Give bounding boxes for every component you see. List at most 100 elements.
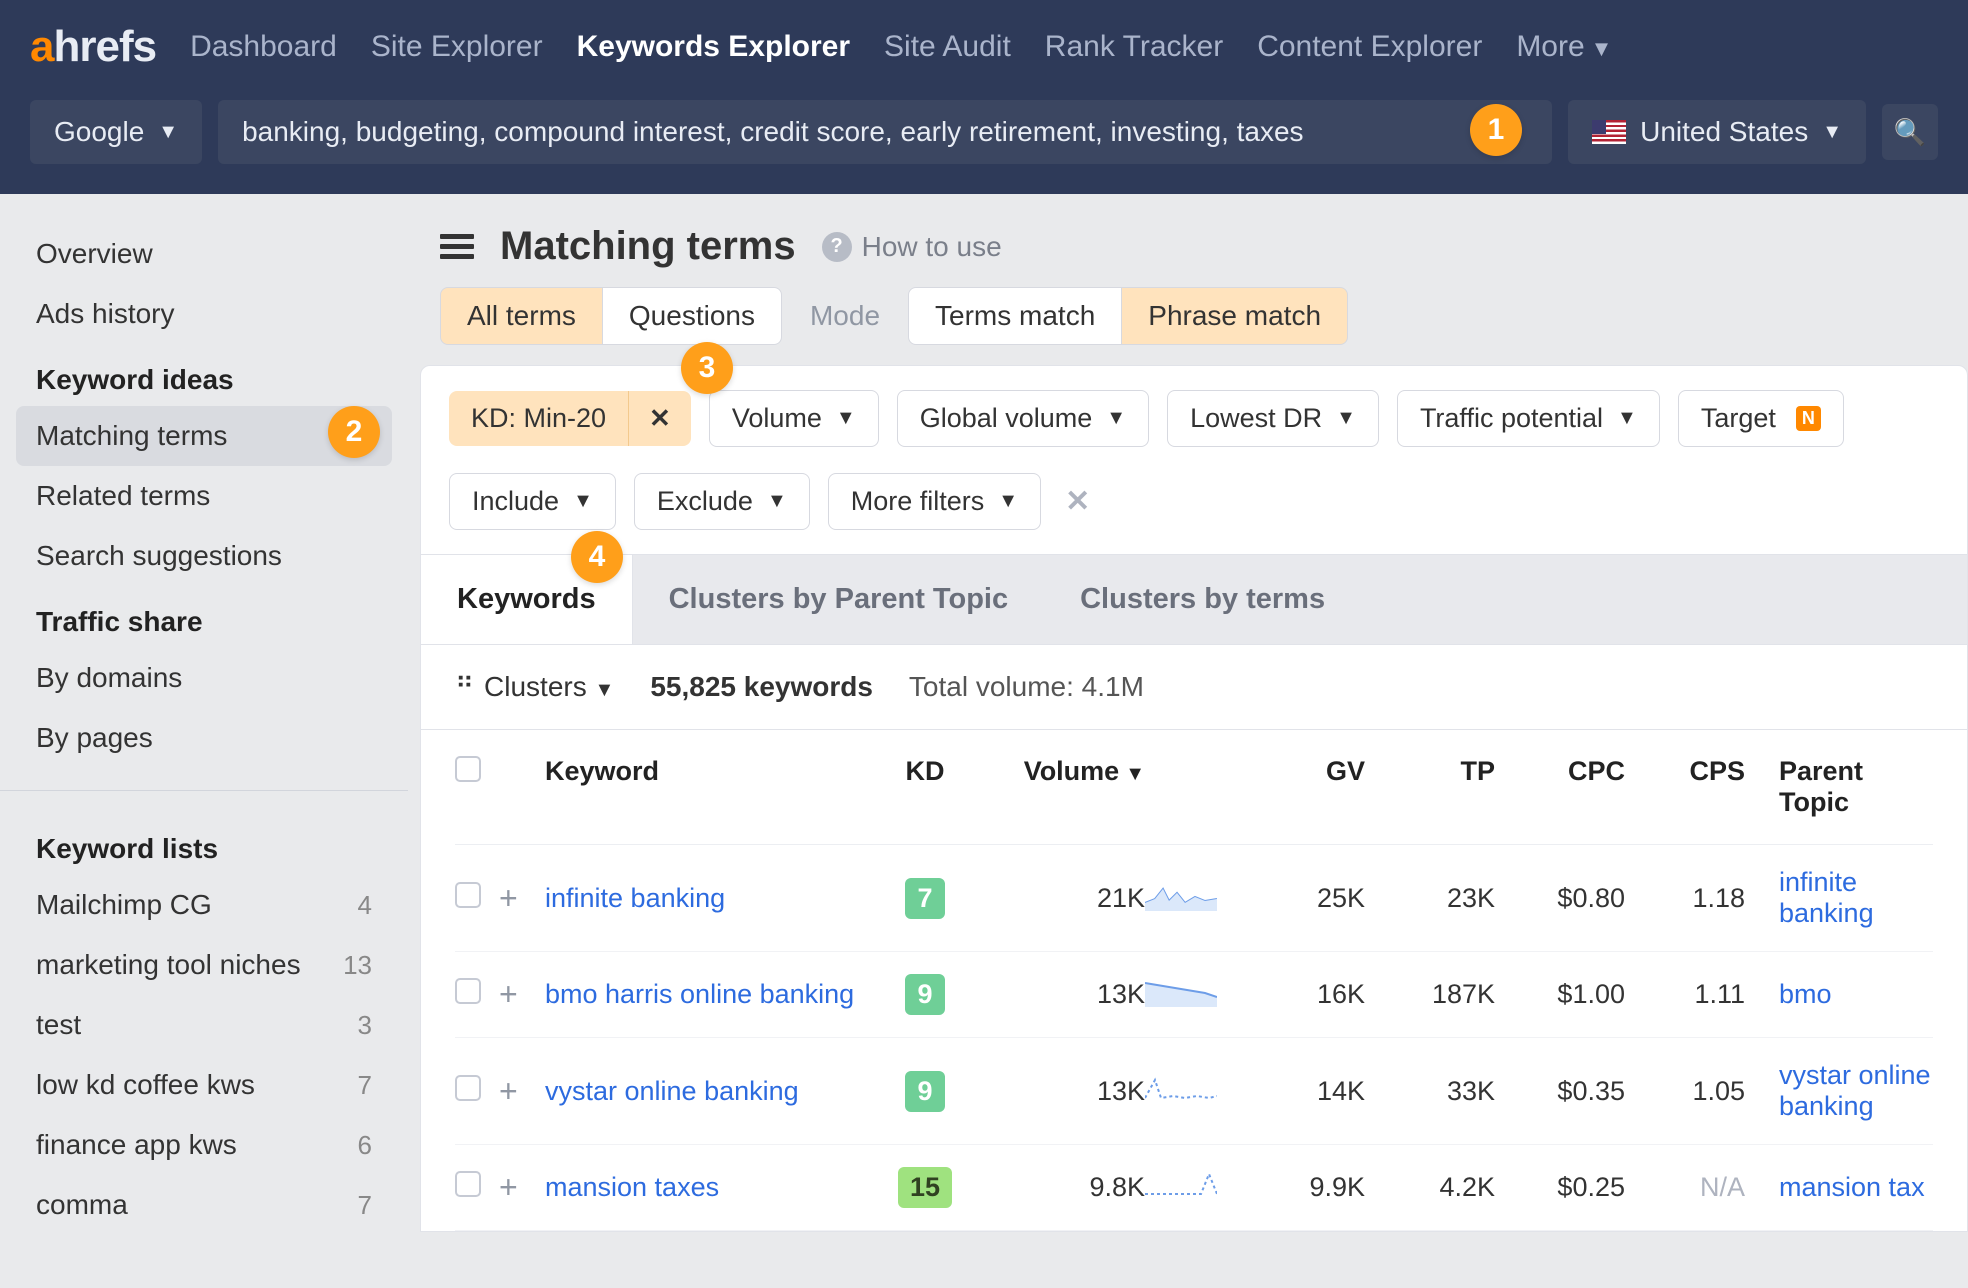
nav-content-explorer[interactable]: Content Explorer	[1257, 30, 1482, 64]
clusters-dropdown[interactable]: ⠛Clusters ▼	[455, 671, 614, 703]
sidebar-list-item[interactable]: marketing tool niches13	[0, 935, 408, 995]
keyword-link[interactable]: bmo harris online banking	[545, 979, 875, 1010]
sidebar-ads-history[interactable]: Ads history	[0, 284, 408, 344]
how-to-use-link[interactable]: ?How to use	[822, 231, 1002, 263]
sparkline-icon	[1145, 879, 1245, 918]
keyword-link[interactable]: mansion taxes	[545, 1172, 875, 1203]
sidebar-list-item[interactable]: test3	[0, 995, 408, 1055]
cell-volume: 21K	[975, 883, 1145, 914]
sparkline-icon	[1145, 1168, 1245, 1207]
row-checkbox[interactable]	[455, 978, 481, 1004]
th-keyword[interactable]: Keyword	[545, 756, 875, 818]
list-name: finance app kws	[36, 1129, 237, 1161]
expand-icon[interactable]: +	[499, 1073, 545, 1110]
cell-cpc: $1.00	[1495, 979, 1625, 1010]
th-tp[interactable]: TP	[1365, 756, 1495, 818]
clear-filters-icon[interactable]: ✕	[1065, 484, 1090, 519]
cell-tp: 187K	[1365, 979, 1495, 1010]
th-parent-topic[interactable]: Parent Topic	[1745, 756, 1933, 818]
tab-questions[interactable]: Questions	[603, 287, 782, 345]
main-panel: Matching terms ?How to use All terms Que…	[420, 194, 1968, 1232]
nav-dashboard[interactable]: Dashboard	[190, 30, 337, 64]
nav-keywords-explorer[interactable]: Keywords Explorer	[577, 30, 850, 64]
sidebar-overview[interactable]: Overview	[0, 224, 408, 284]
th-kd[interactable]: KD	[875, 756, 975, 818]
cell-volume: 13K	[975, 979, 1145, 1010]
row-checkbox[interactable]	[455, 1171, 481, 1197]
expand-icon[interactable]: +	[499, 976, 545, 1013]
sidebar-by-domains[interactable]: By domains	[0, 648, 408, 708]
expand-icon[interactable]: +	[499, 1169, 545, 1206]
sidebar-by-pages[interactable]: By pages	[0, 708, 408, 768]
keyword-link[interactable]: vystar online banking	[545, 1076, 875, 1107]
parent-topic-link[interactable]: infinite banking	[1745, 867, 1933, 929]
filter-kd-active[interactable]: KD: Min-20✕	[449, 391, 691, 446]
subtab-clusters-parent[interactable]: Clusters by Parent Topic	[633, 555, 1045, 644]
nav-site-explorer[interactable]: Site Explorer	[371, 30, 543, 64]
subtab-clusters-terms[interactable]: Clusters by terms	[1044, 555, 1361, 644]
country-select[interactable]: United States▼	[1568, 100, 1866, 164]
row-checkbox[interactable]	[455, 1075, 481, 1101]
keyword-link[interactable]: infinite banking	[545, 883, 875, 914]
row-checkbox[interactable]	[455, 882, 481, 908]
parent-topic-link[interactable]: bmo	[1745, 979, 1933, 1010]
tab-phrase-match[interactable]: Phrase match	[1122, 287, 1348, 345]
sidebar-head-traffic-share: Traffic share	[0, 586, 408, 648]
sidebar-list-item[interactable]: finance app kws 6	[0, 1115, 408, 1175]
filter-volume[interactable]: Volume▼	[709, 390, 879, 447]
chevron-down-icon: ▼	[573, 490, 593, 513]
list-count: 7	[358, 1070, 372, 1101]
sidebar-list-item[interactable]: Mailchimp CG4	[0, 875, 408, 935]
nav-site-audit[interactable]: Site Audit	[884, 30, 1011, 64]
filter-exclude[interactable]: Exclude▼	[634, 473, 810, 530]
filter-global-volume[interactable]: Global volume▼	[897, 390, 1149, 447]
nav-rank-tracker[interactable]: Rank Tracker	[1045, 30, 1223, 64]
th-cps[interactable]: CPS	[1625, 756, 1745, 818]
page-title: Matching terms	[500, 224, 796, 269]
filter-include[interactable]: Include▼	[449, 473, 616, 530]
filter-traffic-potential[interactable]: Traffic potential ▼	[1397, 390, 1660, 447]
chevron-down-icon: ▼	[1336, 407, 1356, 430]
th-gv[interactable]: GV	[1245, 756, 1365, 818]
select-all-checkbox[interactable]	[455, 756, 481, 782]
filter-more-filters[interactable]: More filters▼	[828, 473, 1041, 530]
filter-target[interactable]: Target N	[1678, 390, 1844, 447]
tab-terms-match[interactable]: Terms match	[908, 287, 1122, 345]
close-icon[interactable]: ✕	[628, 391, 691, 446]
hamburger-icon[interactable]	[440, 229, 474, 264]
filter-lowest-dr[interactable]: Lowest DR▼	[1167, 390, 1379, 447]
sidebar-list-item[interactable]: comma7	[0, 1175, 408, 1235]
search-engine-select[interactable]: Google▼	[30, 100, 202, 164]
th-cpc[interactable]: CPC	[1495, 756, 1625, 818]
cell-gv: 9.9K	[1245, 1172, 1365, 1203]
sidebar-head-keyword-ideas: Keyword ideas	[0, 344, 408, 406]
parent-topic-link[interactable]: mansion tax	[1745, 1172, 1933, 1203]
keyword-search-input[interactable]	[218, 100, 1552, 164]
chevron-down-icon: ▼	[1617, 407, 1637, 430]
filter-label: Traffic potential	[1420, 403, 1603, 434]
sidebar-item-label: Related terms	[36, 480, 210, 512]
list-count: 6	[358, 1130, 372, 1161]
kd-badge: 9	[905, 974, 944, 1015]
cell-cpc: $0.25	[1495, 1172, 1625, 1203]
sidebar-search-suggestions[interactable]: Search suggestions	[0, 526, 408, 586]
chevron-down-icon: ▼	[767, 490, 787, 513]
sort-desc-icon: ▼	[1125, 763, 1145, 785]
table-header: Keyword KD Volume▼ GV TP CPC CPS Parent …	[455, 730, 1933, 845]
parent-topic-link[interactable]: vystar online banking	[1745, 1060, 1933, 1122]
search-bar: Google▼ 1 United States▼ 🔍	[0, 94, 1968, 194]
keywords-table: Keyword KD Volume▼ GV TP CPC CPS Parent …	[420, 730, 1968, 1232]
search-button[interactable]: 🔍	[1882, 104, 1938, 160]
new-badge: N	[1796, 406, 1821, 431]
th-volume[interactable]: Volume▼	[975, 756, 1145, 818]
logo[interactable]: ahrefs	[30, 22, 156, 72]
chevron-down-icon: ▼	[836, 407, 856, 430]
sidebar-list-item[interactable]: low kd coffee kws7	[0, 1055, 408, 1115]
tab-all-terms[interactable]: All terms	[440, 287, 603, 345]
sidebar-item-label: By pages	[36, 722, 153, 754]
filter-label: Target	[1701, 403, 1776, 434]
expand-icon[interactable]: +	[499, 880, 545, 917]
list-count: 7	[358, 1190, 372, 1221]
nav-more[interactable]: More▼	[1516, 30, 1612, 64]
sidebar-related-terms[interactable]: Related terms	[0, 466, 408, 526]
